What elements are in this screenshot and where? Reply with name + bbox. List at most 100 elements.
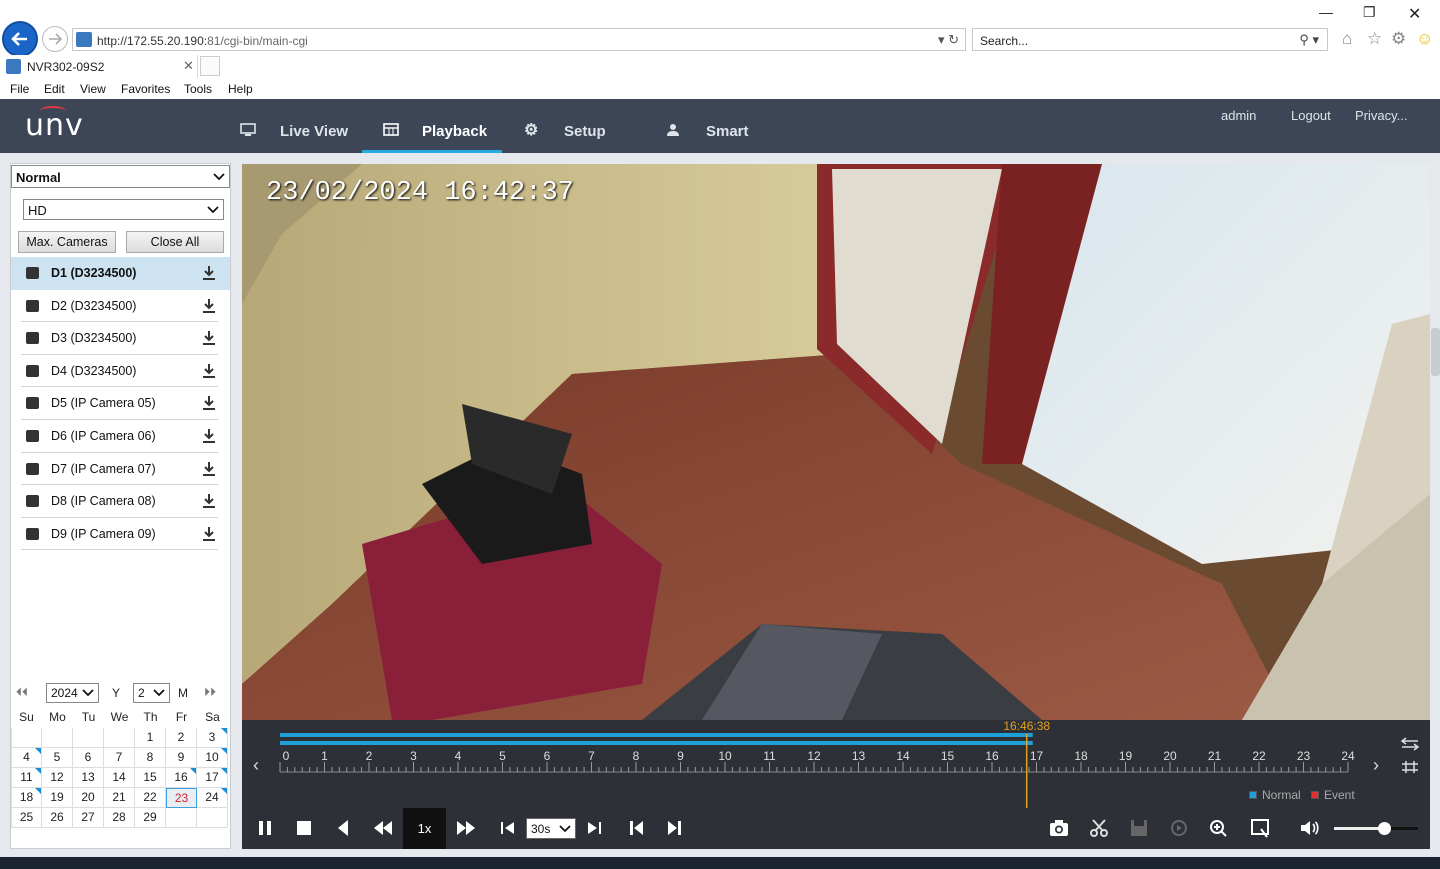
calendar-day[interactable]: 13 (73, 768, 104, 788)
calendar-day[interactable]: 26 (42, 808, 73, 828)
search-icon[interactable]: ⚲ ▾ (1299, 32, 1319, 48)
max-cameras-button[interactable]: Max. Cameras (18, 231, 116, 253)
logout-link[interactable]: Logout (1291, 108, 1331, 123)
download-icon[interactable] (202, 298, 216, 314)
calendar-day[interactable]: 28 (104, 808, 135, 828)
skip-forward-button[interactable] (583, 817, 605, 839)
new-tab-button[interactable] (200, 56, 220, 76)
timeline-prev-icon[interactable]: ‹ (253, 755, 259, 775)
camera-item[interactable]: D7 (IP Camera 07) (21, 453, 218, 486)
calendar-day[interactable]: 18 (11, 788, 42, 808)
calendar-day[interactable]: 11 (11, 768, 42, 788)
calendar-day[interactable]: 25 (11, 808, 42, 828)
calendar-day[interactable]: 5 (42, 748, 73, 768)
calendar-day[interactable]: 10 (197, 748, 228, 768)
speed-up-button[interactable] (455, 817, 477, 839)
calendar-day[interactable]: 6 (73, 748, 104, 768)
download-icon[interactable] (202, 265, 216, 281)
forward-button[interactable] (42, 26, 68, 52)
download-icon[interactable] (202, 330, 216, 346)
camera-item[interactable]: D6 (IP Camera 06) (21, 420, 218, 453)
pause-button[interactable] (254, 817, 276, 839)
minimize-icon[interactable]: — (1319, 4, 1333, 20)
volume-knob[interactable] (1378, 822, 1392, 835)
download-icon[interactable] (202, 428, 216, 444)
stop-button[interactable] (293, 817, 315, 839)
calendar-day[interactable]: 8 (135, 748, 166, 768)
tab-close-icon[interactable]: ✕ (183, 58, 194, 74)
snapshot-camera-icon[interactable] (1048, 817, 1070, 839)
camera-item[interactable]: D4 (D3234500) (21, 355, 218, 388)
camera-item[interactable]: D1 (D3234500) (11, 257, 230, 290)
back-button[interactable] (2, 21, 38, 57)
download-icon[interactable] (202, 363, 216, 379)
skip-interval-select[interactable]: 30s (526, 818, 576, 839)
privacy-link[interactable]: Privacy... (1355, 108, 1408, 123)
tab-setup[interactable]: ⚙ Setup (524, 99, 624, 153)
skip-back-button[interactable] (497, 817, 519, 839)
search-input[interactable]: Search... ⚲ ▾ (972, 28, 1328, 51)
close-all-button[interactable]: Close All (126, 231, 224, 253)
calendar-day[interactable]: 23 (166, 788, 197, 808)
tab-live-view[interactable]: Live View (240, 99, 350, 153)
month-select[interactable]: 2 (133, 683, 170, 703)
timeline-next-icon[interactable]: › (1373, 755, 1379, 775)
prev-year-icon[interactable]: ⏴⏴ (16, 685, 28, 700)
timeline-zoom-in-icon[interactable] (1402, 761, 1418, 773)
calendar-day[interactable]: 24 (197, 788, 228, 808)
camera-item[interactable]: D2 (D3234500) (21, 290, 218, 323)
calendar-day[interactable]: 19 (42, 788, 73, 808)
digital-zoom-icon[interactable] (1168, 817, 1190, 839)
step-back-button[interactable] (625, 817, 647, 839)
video-view[interactable]: 23/02/2024 16:42:37 (242, 164, 1430, 720)
calendar-day[interactable]: 20 (73, 788, 104, 808)
mode-select[interactable]: Normal (11, 165, 230, 188)
next-month-icon[interactable]: ⏵⏵ (204, 685, 216, 700)
calendar-day[interactable]: 22 (135, 788, 166, 808)
refresh-icon[interactable]: ▾ ↻ (938, 32, 959, 48)
menu-edit[interactable]: Edit (44, 82, 65, 96)
camera-item[interactable]: D9 (IP Camera 09) (21, 518, 218, 551)
calendar-day[interactable]: 27 (73, 808, 104, 828)
volume-icon[interactable] (1298, 817, 1320, 839)
menu-file[interactable]: File (10, 82, 29, 96)
smart-search-icon[interactable] (1249, 817, 1271, 839)
menu-tools[interactable]: Tools (184, 82, 212, 96)
calendar-day[interactable]: 16 (166, 768, 197, 788)
calendar-day[interactable]: 1 (135, 728, 166, 748)
menu-favorites[interactable]: Favorites (121, 82, 170, 96)
tab-smart[interactable]: Smart (666, 99, 766, 153)
restore-icon[interactable]: ❐ (1363, 4, 1376, 21)
home-icon[interactable]: ⌂ (1342, 29, 1352, 49)
address-bar[interactable]: http://172.55.20.190:81/cgi-bin/main-cgi… (72, 28, 966, 51)
download-icon[interactable] (202, 461, 216, 477)
download-icon[interactable] (202, 493, 216, 509)
menu-help[interactable]: Help (228, 82, 253, 96)
calendar-day[interactable]: 15 (135, 768, 166, 788)
scrollbar-thumb[interactable] (1431, 328, 1440, 376)
download-icon[interactable] (202, 395, 216, 411)
year-select[interactable]: 2024 (46, 683, 99, 703)
browser-tab[interactable]: NVR302-09S2 ✕ (0, 55, 198, 78)
step-forward-button[interactable] (664, 817, 686, 839)
camera-item[interactable]: D8 (IP Camera 08) (21, 485, 218, 518)
favorites-star-icon[interactable]: ☆ (1367, 29, 1382, 49)
calendar-day[interactable]: 2 (166, 728, 197, 748)
reverse-play-button[interactable] (333, 817, 355, 839)
save-clip-icon[interactable] (1128, 817, 1150, 839)
calendar-day[interactable]: 12 (42, 768, 73, 788)
calendar-day[interactable]: 7 (104, 748, 135, 768)
zoom-in-icon[interactable] (1207, 817, 1229, 839)
tools-gear-icon[interactable]: ⚙ (1391, 29, 1406, 49)
slow-down-button[interactable] (372, 817, 394, 839)
timeline-zoom-out-icon[interactable] (1400, 737, 1420, 751)
calendar-day[interactable]: 29 (135, 808, 166, 828)
close-window-icon[interactable]: ✕ (1408, 4, 1421, 24)
calendar-day[interactable]: 14 (104, 768, 135, 788)
download-icon[interactable] (202, 526, 216, 542)
camera-item[interactable]: D5 (IP Camera 05) (21, 387, 218, 420)
calendar-day[interactable]: 17 (197, 768, 228, 788)
calendar-day[interactable]: 4 (11, 748, 42, 768)
clip-scissors-icon[interactable] (1088, 817, 1110, 839)
volume-slider[interactable] (1334, 822, 1418, 835)
